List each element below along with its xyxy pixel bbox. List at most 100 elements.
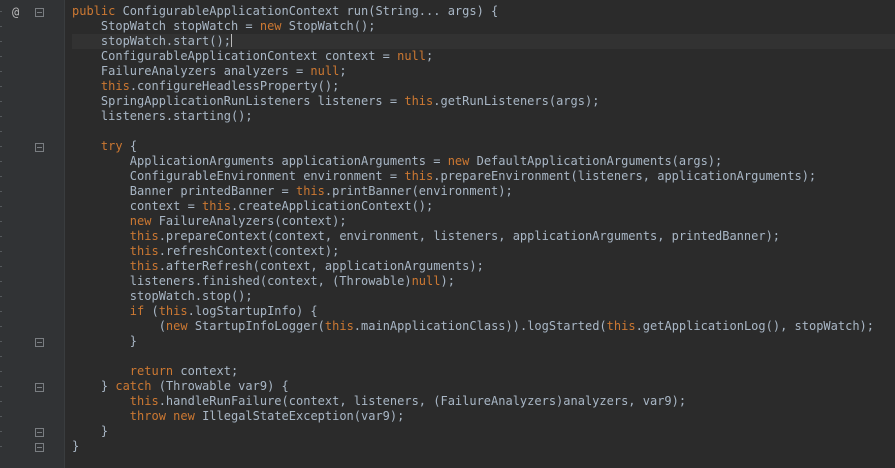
code-token: listeners.starting(); [72,109,253,123]
keyword-token: this [129,259,159,273]
keyword-token: null [411,274,441,288]
code-line[interactable]: } [72,424,895,439]
code-token: DefaultApplicationArguments(args); [469,154,723,168]
gutter-tick [0,236,2,237]
code-line[interactable]: this.refreshContext(context); [72,244,895,259]
gutter-tick [0,116,2,117]
code-token: ); [440,274,455,288]
code-line[interactable]: stopWatch.stop(); [72,289,895,304]
gutter-tick [0,371,2,372]
fold-catch-icon[interactable] [35,383,44,392]
gutter-tick [0,341,2,342]
code-line[interactable]: new FailureAnalyzers(context); [72,214,895,229]
code-line[interactable]: ApplicationArguments applicationArgument… [72,154,895,169]
code-token: .getApplicationLog(), stopWatch); [635,319,874,333]
code-token: IllegalStateException(var9); [194,409,405,423]
gutter-tick [0,86,2,87]
code-token: .refreshContext(context); [158,244,340,258]
code-line[interactable]: this.afterRefresh(context, applicationAr… [72,259,895,274]
gutter-tick [0,146,2,147]
code-token: } [72,379,116,393]
keyword-token: catch [115,379,152,393]
code-token: stopWatch.stop(); [72,289,253,303]
fold-method-end-icon[interactable] [35,443,44,452]
code-line[interactable]: this.handleRunFailure(context, listeners… [72,394,895,409]
gutter-tick [0,221,2,222]
fold-catch-end-icon[interactable] [35,428,44,437]
fold-if-end-icon[interactable] [35,338,44,347]
code-token: FailureAnalyzers analyzers = [72,64,311,78]
keyword-token: this [295,184,325,198]
code-token: SpringApplicationRunListeners listeners … [72,94,405,108]
code-line[interactable]: return context; [72,364,895,379]
code-token: FailureAnalyzers(context); [151,214,347,228]
code-line[interactable]: listeners.starting(); [72,109,895,124]
code-token: StopWatch stopWatch = [72,19,260,33]
code-line[interactable]: ConfigurableEnvironment environment = th… [72,169,895,184]
code-line[interactable]: try { [72,139,895,154]
gutter-tick [0,431,2,432]
code-token: .prepareContext(context, environment, li… [158,229,781,243]
code-line[interactable]: stopWatch.start(); [72,34,895,49]
code-line[interactable]: listeners.finished(context, (Throwable)n… [72,274,895,289]
code-token: .handleRunFailure(context, listeners, (F… [158,394,687,408]
code-editor[interactable]: @ public ConfigurableApplicationContext … [0,0,895,468]
code-token: ConfigurableEnvironment environment = [72,169,405,183]
code-line[interactable]: } catch (Throwable var9) { [72,379,895,394]
code-area[interactable]: public ConfigurableApplicationContext ru… [72,4,895,454]
keyword-token: if [129,304,145,318]
gutter-tick [0,356,2,357]
gutter-tick [0,326,2,327]
keyword-token: new [259,19,282,33]
fold-try-icon[interactable] [35,143,44,152]
code-token: .configureHeadlessProperty(); [129,79,340,93]
code-token: stopWatch.start(); [72,34,231,48]
code-line[interactable]: public ConfigurableApplicationContext ru… [72,4,895,19]
gutter-tick [0,101,2,102]
code-line[interactable] [72,349,895,364]
code-line[interactable]: throw new IllegalStateException(var9); [72,409,895,424]
gutter-tick [0,386,2,387]
code-line[interactable]: SpringApplicationRunListeners listeners … [72,94,895,109]
code-line[interactable]: (new StartupInfoLogger(this.mainApplicat… [72,319,895,334]
keyword-token: this [129,229,159,243]
keyword-token: null [310,64,340,78]
code-token: ( [72,319,166,333]
editor-gutter[interactable]: @ [0,0,65,468]
code-token: ApplicationArguments applicationArgument… [72,154,448,168]
code-line[interactable]: FailureAnalyzers analyzers = null; [72,64,895,79]
fold-method-icon[interactable] [35,8,44,17]
code-line[interactable]: this.prepareContext(context, environment… [72,229,895,244]
keyword-token: this [606,319,636,333]
keyword-token: new [173,409,195,423]
code-line[interactable]: Banner printedBanner = this.printBanner(… [72,184,895,199]
keyword-token: this [202,199,231,213]
code-line[interactable]: } [72,439,895,454]
code-token: .mainApplicationClass)).logStarted( [353,319,607,333]
code-line[interactable]: context = this.createApplicationContext(… [72,199,895,214]
gutter-tick [0,266,2,267]
gutter-tick [0,41,2,42]
code-line[interactable]: this.configureHeadlessProperty(); [72,79,895,94]
code-token: .createApplicationContext(); [230,199,434,213]
code-token: .logStartupInfo) { [187,304,318,318]
code-line[interactable]: } [72,334,895,349]
keyword-token: this [324,319,354,333]
gutter-tick [0,296,2,297]
code-token: ( [144,304,159,318]
code-line[interactable] [72,124,895,139]
code-line[interactable]: ConfigurableApplicationContext context =… [72,49,895,64]
override-annotation-icon[interactable]: @ [12,5,19,20]
code-line[interactable]: if (this.logStartupInfo) { [72,304,895,319]
code-token: } [72,334,138,348]
code-line[interactable]: StopWatch stopWatch = new StopWatch(); [72,19,895,34]
gutter-tick [0,281,2,282]
text-cursor [230,34,232,47]
keyword-token: this [129,394,159,408]
gutter-tick [0,251,2,252]
